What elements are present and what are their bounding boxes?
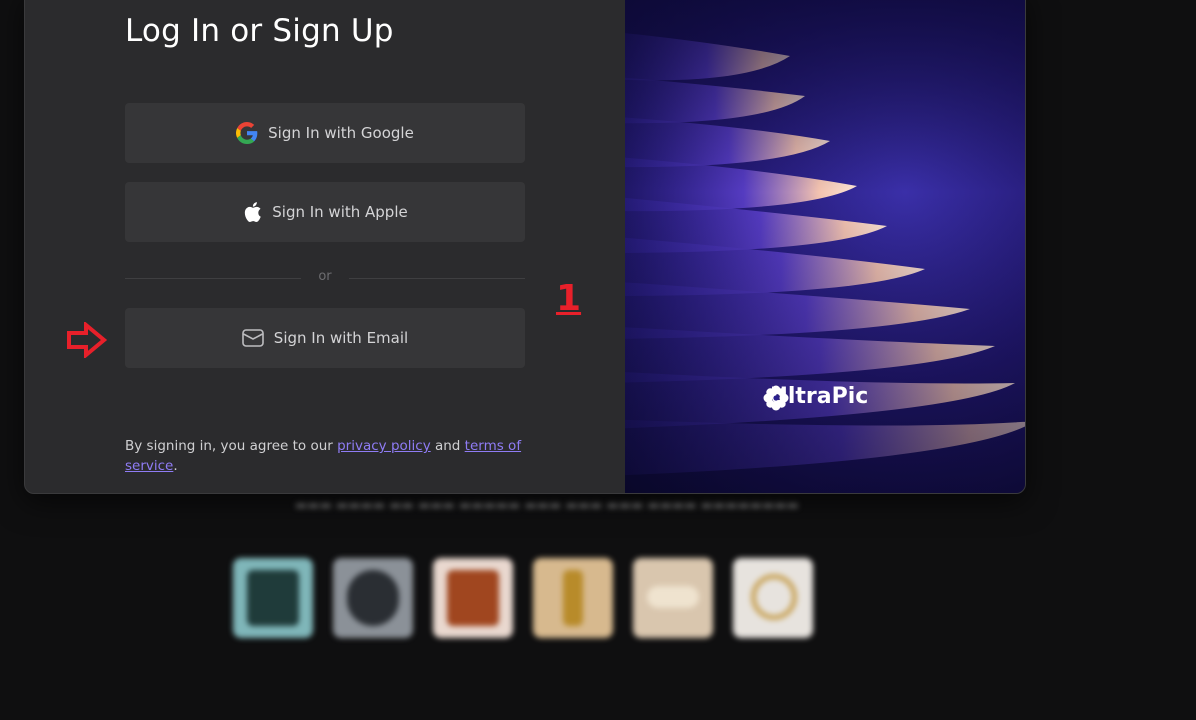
apple-icon [242,201,262,223]
abstract-wave-artwork [625,0,1025,493]
sign-in-apple-label: Sign In with Apple [272,203,408,221]
legal-notice: By signing in, you agree to our privacy … [125,436,545,476]
brand-logo: UltraPic [762,384,868,411]
sign-in-email-label: Sign In with Email [273,329,409,347]
annotation-marker-number: 1 [556,278,582,319]
legal-suffix: . [173,458,178,474]
login-panel: Log In or Sign Up Sign In with Google Si… [25,0,625,493]
modal-title: Log In or Sign Up [125,13,394,49]
google-icon [236,122,258,144]
page: ▬▬▬ ▬▬▬▬ ▬▬ ▬▬▬ ▬▬▬▬▬ ▬▬▬ ▬▬▬ ▬▬▬ ▬▬▬▬ ▬… [0,0,1196,720]
divider-line-right [349,278,525,279]
leather-wallet-thumbnail [433,558,513,638]
login-modal: Log In or Sign Up Sign In with Google Si… [24,0,1026,494]
or-divider: or [125,268,525,288]
phone-case-thumbnail [233,558,313,638]
background-caption: ▬▬▬ ▬▬▬▬ ▬▬ ▬▬▬ ▬▬▬▬▬ ▬▬▬ ▬▬▬ ▬▬▬ ▬▬▬▬ ▬… [295,498,799,513]
brand-panel: UltraPic [625,0,1025,493]
sign-in-google-button[interactable]: Sign In with Google [125,103,525,163]
mail-icon [241,329,264,347]
privacy-policy-link[interactable]: privacy policy [337,438,431,454]
sign-in-apple-button[interactable]: Sign In with Apple [125,182,525,242]
sign-in-email-button[interactable]: Sign In with Email [125,308,525,368]
ring-thumbnail [733,558,813,638]
legal-middle: and [430,438,465,454]
divider-text: or [318,269,332,284]
watch-thumbnail [333,558,413,638]
sign-in-google-label: Sign In with Google [268,124,414,142]
background-thumbnails [233,558,813,638]
bracelet-thumbnail [633,558,713,638]
right-arrow-icon [66,320,108,362]
perfume-bottle-thumbnail [533,558,613,638]
legal-prefix: By signing in, you agree to our [125,438,338,454]
